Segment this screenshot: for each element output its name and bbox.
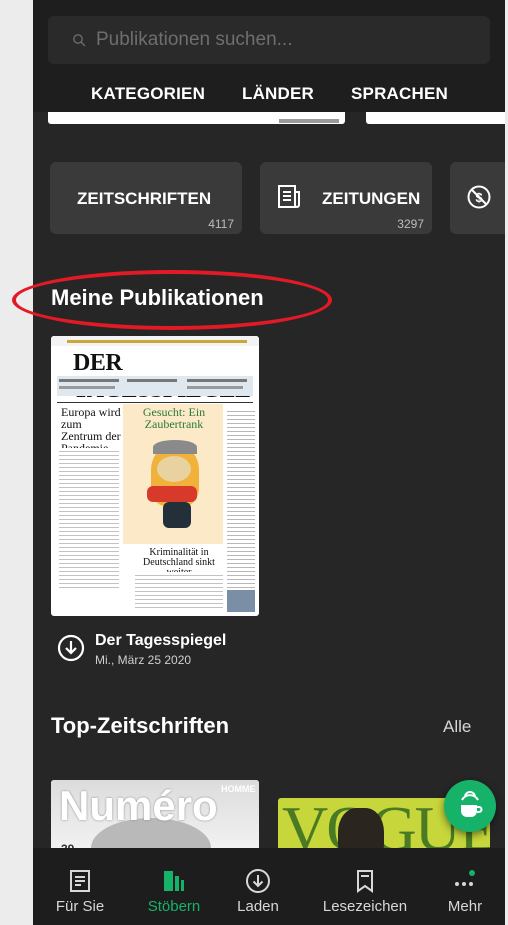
publication-cover[interactable]: DER TAGESSPIEGEL Europa wird zum Zentrum… — [51, 336, 259, 616]
nav-label: Laden — [237, 898, 279, 915]
carousel-item-partial[interactable] — [366, 112, 505, 124]
coffee-icon — [461, 791, 483, 817]
nav-item-browse[interactable]: Stöbern — [127, 848, 221, 925]
top-bar: Publikationen suchen... KATEGORIEN LÄNDE… — [33, 0, 505, 112]
tab-categories[interactable]: KATEGORIEN — [91, 84, 205, 104]
category-card-newspapers[interactable]: ZEITUNGEN 3297 — [260, 162, 432, 234]
no-money-icon: $ — [467, 185, 491, 209]
category-card-free[interactable]: $ — [450, 162, 505, 234]
download-icon[interactable] — [57, 634, 85, 662]
floating-coffee-button[interactable] — [444, 780, 496, 832]
category-count: 3297 — [397, 217, 424, 231]
category-card-magazines[interactable]: ZEITSCHRIFTEN 4117 — [50, 162, 242, 234]
section-title-top-magazines: Top-Zeitschriften — [51, 713, 230, 738]
download-icon — [246, 869, 270, 893]
cover-title: Numéro — [59, 782, 218, 829]
nav-label: Lesezeichen — [322, 898, 408, 915]
publication-title[interactable]: Der Tagesspiegel — [95, 632, 226, 650]
search-icon — [73, 34, 86, 47]
browse-icon — [164, 871, 184, 891]
category-label: ZEITSCHRIFTEN — [77, 189, 212, 208]
svg-text:$: $ — [475, 190, 483, 205]
cover-headline-left: Europa wird zum Zentrum der Pandemie — [61, 405, 121, 454]
category-label: ZEITUNGEN — [322, 189, 421, 208]
article-icon — [70, 870, 90, 892]
publication-date: Mi., März 25 2020 — [95, 653, 192, 667]
bookmark-icon — [357, 870, 373, 893]
nav-label: Mehr — [447, 898, 483, 915]
more-icon — [455, 870, 475, 886]
nav-item-bookmarks[interactable]: Lesezeichen — [305, 848, 425, 925]
bottom-navigation: Für Sie Stöbern Laden Lesezeichen Mehr — [33, 848, 505, 925]
tab-languages[interactable]: SPRACHEN — [351, 84, 448, 104]
category-count: 4117 — [208, 217, 234, 231]
cover-headline-center: Gesucht: Ein Zaubertrank — [142, 405, 206, 431]
app-screen: Publikationen suchen... KATEGORIEN LÄNDE… — [33, 0, 505, 925]
nav-item-more[interactable]: Mehr — [425, 848, 505, 925]
nav-label: Stöbern — [147, 898, 201, 915]
search-placeholder: Publikationen suchen... — [96, 29, 293, 50]
nav-item-downloads[interactable]: Laden — [211, 848, 305, 925]
see-all-link[interactable]: Alle — [443, 717, 471, 737]
tab-countries[interactable]: LÄNDER — [242, 84, 314, 104]
cover-subtitle: HOMME — [221, 784, 256, 794]
search-input[interactable]: Publikationen suchen... — [48, 16, 490, 64]
nav-label: Für Sie — [55, 898, 105, 915]
newspaper-icon — [278, 185, 300, 208]
carousel-item-partial[interactable] — [48, 112, 345, 124]
section-title-my-publications: Meine Publikationen — [51, 285, 264, 310]
nav-item-for-you[interactable]: Für Sie — [33, 848, 127, 925]
